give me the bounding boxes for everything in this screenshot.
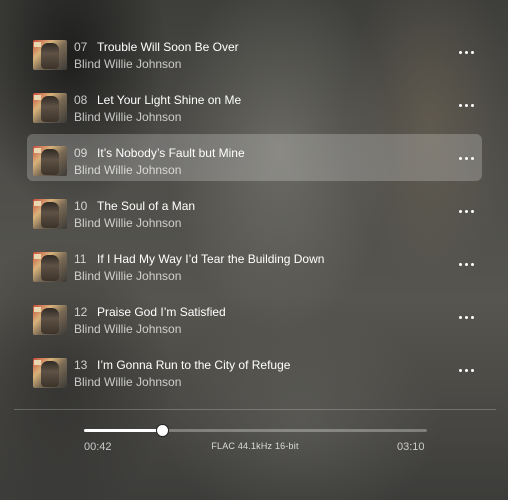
more-options-icon[interactable] bbox=[456, 148, 476, 168]
album-art-icon bbox=[33, 93, 67, 123]
track-row[interactable]: 13 I’m Gonna Run to the City of Refuge B… bbox=[27, 346, 482, 393]
track-artist: Blind Willie Johnson bbox=[74, 375, 182, 389]
track-artist: Blind Willie Johnson bbox=[74, 110, 182, 124]
album-art-icon bbox=[33, 199, 67, 229]
track-number: 10 bbox=[74, 199, 88, 213]
more-options-icon[interactable] bbox=[456, 42, 476, 62]
track-title: Trouble Will Soon Be Over bbox=[97, 40, 239, 54]
track-row[interactable]: 07 Trouble Will Soon Be Over Blind Willi… bbox=[27, 28, 482, 75]
track-row[interactable]: 12 Praise God I’m Satisfied Blind Willie… bbox=[27, 293, 482, 340]
track-title: If I Had My Way I’d Tear the Building Do… bbox=[97, 252, 325, 266]
track-artist: Blind Willie Johnson bbox=[74, 269, 182, 283]
track-artist: Blind Willie Johnson bbox=[74, 216, 182, 230]
track-row[interactable]: 08 Let Your Light Shine on Me Blind Will… bbox=[27, 81, 482, 128]
album-art-icon bbox=[33, 305, 67, 335]
album-art-icon bbox=[33, 252, 67, 282]
album-art-icon bbox=[33, 146, 67, 176]
track-number: 07 bbox=[74, 40, 88, 54]
progress-knob[interactable] bbox=[155, 424, 169, 437]
track-number: 09 bbox=[74, 146, 88, 160]
total-time: 03:10 bbox=[397, 441, 425, 453]
track-number: 11 bbox=[74, 252, 87, 266]
track-title: Let Your Light Shine on Me bbox=[97, 93, 242, 107]
track-artist: Blind Willie Johnson bbox=[74, 163, 182, 177]
track-artist: Blind Willie Johnson bbox=[74, 57, 182, 71]
track-row[interactable]: 11 If I Had My Way I’d Tear the Building… bbox=[27, 240, 482, 287]
track-title: The Soul of a Man bbox=[97, 199, 196, 213]
track-number: 08 bbox=[74, 93, 88, 107]
album-art-icon bbox=[33, 40, 67, 70]
more-options-icon[interactable] bbox=[456, 201, 476, 221]
more-options-icon[interactable] bbox=[456, 254, 476, 274]
album-art-icon bbox=[33, 358, 67, 388]
audio-format: FLAC 44.1kHz 16-bit bbox=[211, 441, 299, 451]
progress-bar[interactable] bbox=[84, 424, 427, 437]
track-number: 13 bbox=[74, 358, 88, 372]
track-artist: Blind Willie Johnson bbox=[74, 322, 182, 336]
progress-fill bbox=[84, 429, 162, 432]
track-title: Praise God I’m Satisfied bbox=[97, 305, 226, 319]
track-title: I’m Gonna Run to the City of Refuge bbox=[97, 358, 291, 372]
track-row[interactable]: 09 It’s Nobody’s Fault but Mine Blind Wi… bbox=[27, 134, 482, 181]
more-options-icon[interactable] bbox=[456, 360, 476, 380]
track-title: It’s Nobody’s Fault but Mine bbox=[97, 146, 245, 160]
elapsed-time: 00:42 bbox=[84, 441, 112, 453]
track-number: 12 bbox=[74, 305, 88, 319]
more-options-icon[interactable] bbox=[456, 307, 476, 327]
track-row[interactable]: 10 The Soul of a Man Blind Willie Johnso… bbox=[27, 187, 482, 234]
divider bbox=[14, 409, 496, 410]
more-options-icon[interactable] bbox=[456, 95, 476, 115]
track-list: 07 Trouble Will Soon Be Over Blind Willi… bbox=[27, 28, 482, 399]
